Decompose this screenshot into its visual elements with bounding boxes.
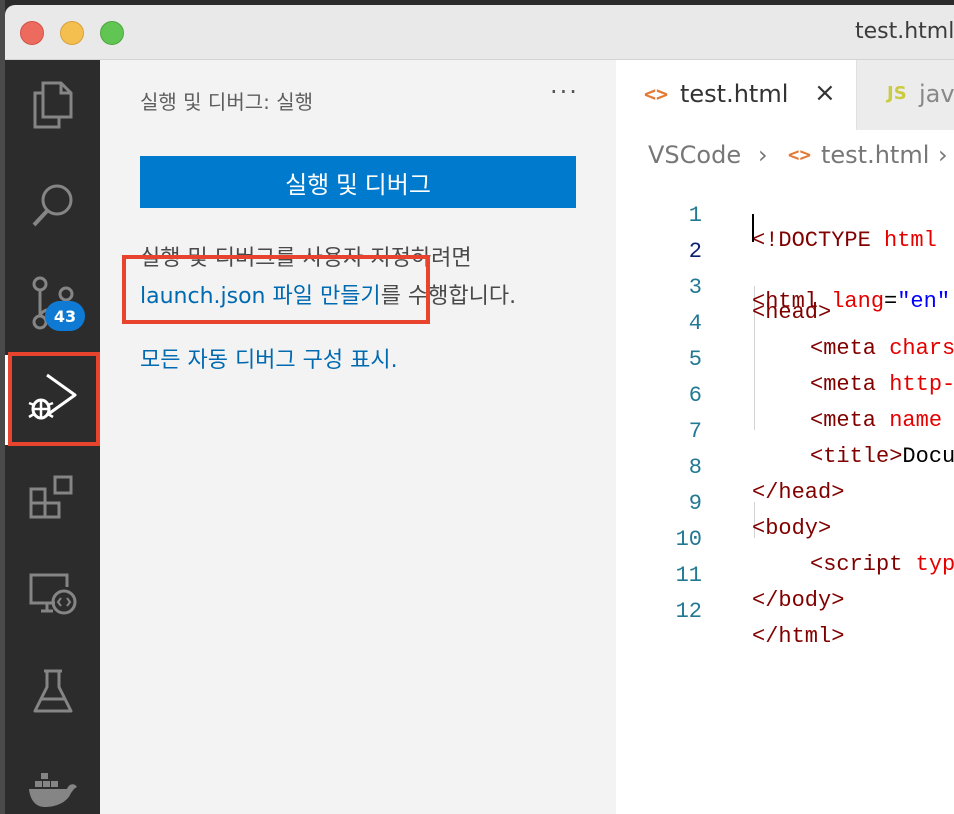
- highlight-box-launch-json: [122, 255, 430, 324]
- highlight-box-run-debug: [8, 352, 100, 446]
- js-file-icon: JS: [887, 83, 907, 104]
- code-line: 5 <meta http-: [616, 322, 954, 397]
- editor-area: <> test.html × JS jav VSCode › <> test.h…: [616, 60, 954, 814]
- code-line: 10 <script type: [616, 502, 954, 577]
- code-line: 1 <!DOCTYPE html: [616, 178, 954, 253]
- code-line: 12 </html>: [616, 574, 954, 649]
- sidebar-title: 실행 및 디버그: 실행: [140, 90, 314, 114]
- code-line: 9 <body>: [616, 466, 954, 541]
- activity-explorer[interactable]: [5, 60, 100, 150]
- code-line: 6 <meta name: [616, 358, 954, 433]
- tab-label: test.html: [680, 80, 789, 108]
- breadcrumb: VSCode › <> test.html ›: [616, 135, 954, 175]
- source-control-badge: 43: [45, 301, 85, 331]
- more-actions-button[interactable]: ···: [550, 78, 579, 106]
- vscode-window: test.html 43 실행 및 디버그: 실행 ··· 실행 및 디버그 실…: [5, 5, 954, 814]
- line-number: 12: [675, 599, 702, 624]
- code-line: 11 </body>: [616, 538, 954, 613]
- window-title: test.html: [855, 19, 954, 44]
- html-file-icon: <>: [644, 82, 669, 106]
- extensions-icon: [29, 475, 72, 519]
- code-line: 3 <head>: [616, 250, 954, 325]
- code-line: 8 </head>: [616, 430, 954, 505]
- testing-flask-icon: [33, 669, 72, 713]
- show-all-debug-configs-link[interactable]: 모든 자동 디버그 구성 표시.: [140, 342, 398, 374]
- code-line: 2 <html lang="en": [616, 214, 954, 314]
- breadcrumb-separator: ›: [938, 141, 948, 169]
- tab-javascript[interactable]: JS jav: [856, 60, 954, 130]
- minimize-window-button[interactable]: [60, 21, 84, 45]
- activity-search[interactable]: [5, 160, 100, 250]
- breadcrumb-file[interactable]: test.html: [821, 141, 929, 169]
- search-icon: [32, 184, 72, 227]
- activity-docker[interactable]: [5, 744, 100, 814]
- run-and-debug-sidebar: 실행 및 디버그: 실행 ··· 실행 및 디버그 실행 및 디버그를 사용자 …: [100, 60, 616, 814]
- code-line: 4 <meta charse: [616, 286, 954, 361]
- breadcrumb-separator: ›: [758, 141, 768, 169]
- activity-testing[interactable]: [5, 648, 100, 738]
- title-bar: test.html: [5, 5, 954, 60]
- zoom-window-button[interactable]: [100, 21, 124, 45]
- activity-extensions[interactable]: [5, 452, 100, 542]
- activity-remote-explorer[interactable]: [5, 550, 100, 640]
- editor-tabs: <> test.html × JS jav: [616, 60, 954, 130]
- tab-label: jav: [919, 80, 954, 108]
- close-tab-icon[interactable]: ×: [814, 78, 836, 108]
- explorer-files-icon: [33, 81, 72, 129]
- html-file-icon: <>: [788, 144, 811, 166]
- text-cursor: [752, 214, 754, 242]
- breadcrumb-folder[interactable]: VSCode: [648, 141, 741, 169]
- remote-explorer-icon: [29, 573, 76, 615]
- tab-test-html[interactable]: <> test.html ×: [616, 60, 856, 130]
- close-window-button[interactable]: [20, 21, 44, 45]
- code-line: 7 <title>Docum: [616, 394, 954, 469]
- run-and-debug-button[interactable]: 실행 및 디버그: [140, 156, 576, 208]
- docker-whale-icon: [28, 773, 77, 807]
